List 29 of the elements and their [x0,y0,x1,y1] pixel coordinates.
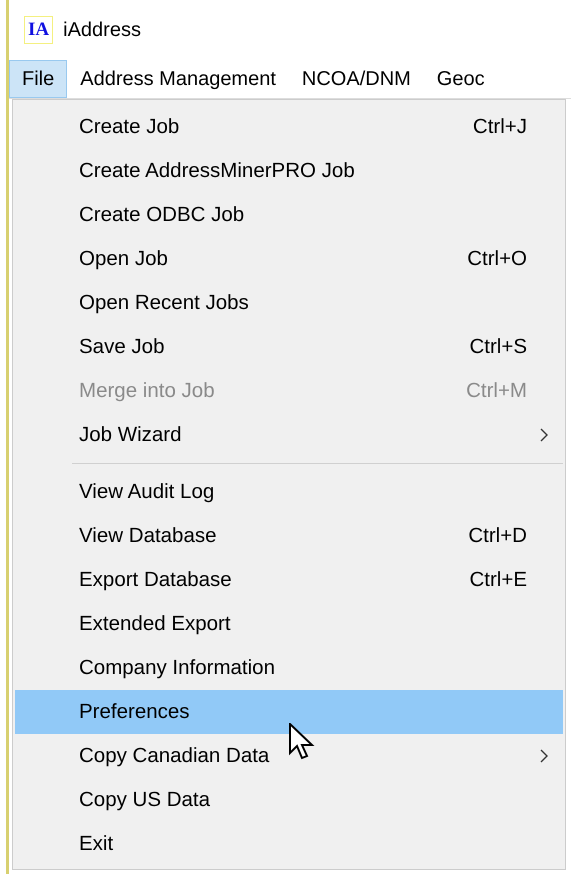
menu-bar-item[interactable]: Geoc [424,60,498,98]
menu-item[interactable]: Copy US Data [15,778,563,822]
menu-bar-item[interactable]: File [9,60,68,98]
menu-item[interactable]: Copy Canadian Data [15,734,563,778]
menu-item[interactable]: Job Wizard [15,413,563,457]
menu-item[interactable]: Create AddressMinerPRO Job [15,149,563,193]
shortcut-label: Ctrl+J [472,115,527,139]
shortcut-label: Ctrl+S [469,335,527,359]
menu-item[interactable]: View Database Ctrl+D [15,514,563,558]
menu-bar-item[interactable]: Address Management [67,60,289,98]
menu-item[interactable]: Open Job Ctrl+O [15,237,563,281]
shortcut-label: Ctrl+O [467,247,527,271]
app-logo: IA [24,16,54,44]
shortcut-label: Ctrl+D [468,524,527,548]
menu-item[interactable]: Company Information [15,646,563,690]
menu-item[interactable]: Open Recent Jobs [15,281,563,325]
menu-item[interactable]: Save Job Ctrl+S [15,325,563,369]
menu-bar-item[interactable]: NCOA/DNM [288,60,424,98]
menu-item[interactable]: Preferences [15,690,563,734]
menu-item[interactable]: Create Job Ctrl+J [15,105,563,149]
menu-item[interactable]: Extended Export [15,602,563,646]
shortcut-label: Ctrl+E [469,568,527,592]
menu-item[interactable]: Create ODBC Job [15,193,563,237]
window-title: iAddress [63,18,141,42]
menu-item[interactable]: View Audit Log [15,470,563,514]
cursor-icon [289,723,315,761]
menu-item[interactable]: Exit [15,822,563,866]
menu-item[interactable]: Export Database Ctrl+E [15,558,563,602]
shortcut-label: Ctrl+M [466,379,527,403]
